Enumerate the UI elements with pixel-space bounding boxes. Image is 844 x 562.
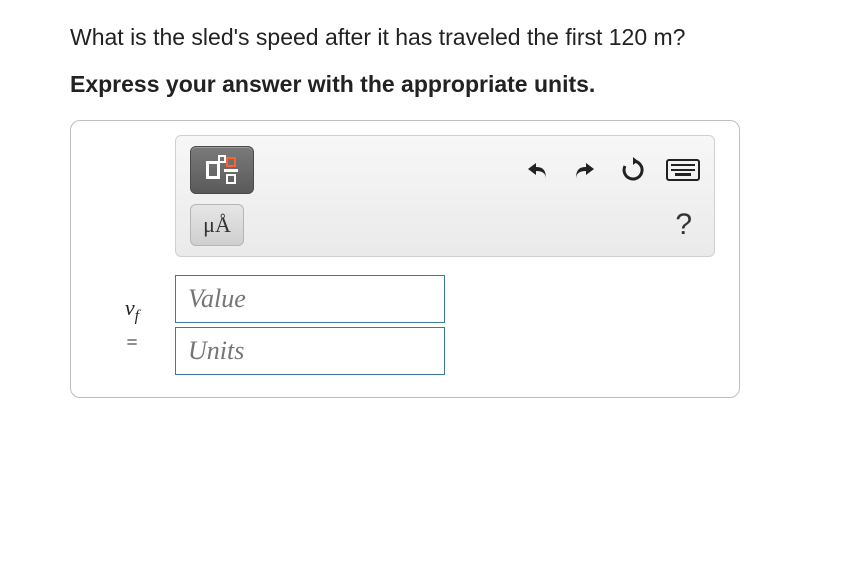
units-input[interactable] [175, 327, 445, 375]
toolbar-row-1 [190, 146, 700, 194]
answer-container: μÅ ? vf = [70, 120, 740, 398]
toolbar-row-2: μÅ ? [190, 204, 700, 246]
instruction-text: Express your answer with the appropriate… [70, 71, 774, 98]
special-chars-label: μÅ [203, 212, 231, 238]
templates-button[interactable] [190, 146, 254, 194]
special-chars-button[interactable]: μÅ [190, 204, 244, 246]
value-input[interactable] [175, 275, 445, 323]
redo-icon[interactable] [570, 155, 600, 185]
template-fraction-icon [206, 157, 238, 184]
keyboard-icon[interactable] [666, 159, 700, 181]
undo-icon[interactable] [522, 155, 552, 185]
variable-subscript: f [135, 307, 139, 324]
question-text: What is the sled's speed after it has tr… [70, 22, 774, 53]
answer-inputs: vf = [89, 275, 721, 375]
variable-symbol: v [125, 295, 135, 320]
equals-sign: = [89, 331, 175, 355]
reset-icon[interactable] [618, 155, 648, 185]
variable-label: vf = [89, 295, 175, 356]
help-button[interactable]: ? [675, 208, 700, 242]
equation-toolbar: μÅ ? [175, 135, 715, 257]
